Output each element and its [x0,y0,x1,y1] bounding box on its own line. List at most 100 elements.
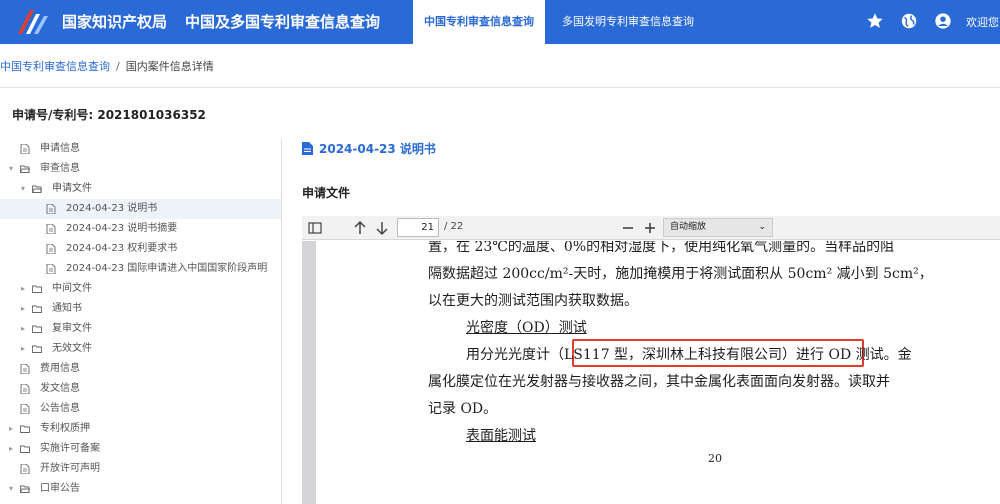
top-header: 国家知识产权局 中国及多国专利审查信息查询 中国专利审查信息查询 多国发明专利审查… [0,0,1000,44]
tree-node-label: 2024-04-23 说明书摘要 [66,223,178,234]
pdf-toolbar: 21 / 22 自动缩放 ⌄ [302,216,1000,240]
tree-node-label: 实施许可备案 [40,443,100,454]
tree-node-label: 公告信息 [40,403,80,414]
cnipa-logo-icon [18,10,48,34]
folder-icon [32,345,42,353]
folder-icon [32,305,42,313]
brand-title: 国家知识产权局 中国及多国专利审查信息查询 [62,11,380,32]
collapse-arrow-icon[interactable]: ▸ [6,419,16,439]
file-icon [20,144,30,154]
document-title-text: 2024-04-23 说明书 [319,142,436,156]
org-name: 国家知识产权局 [62,13,168,31]
breadcrumb-divider [0,87,1000,88]
document-text-line: 属化膜定位在光发射器与接收器之间，其中金属化表面面向发射器。读取并 [428,374,890,390]
tab-multi-country-query[interactable]: 多国发明专利审查信息查询 [553,0,703,44]
tree-node[interactable]: 费用信息 [0,359,282,379]
document-title: 2024-04-23 说明书 [302,140,436,157]
tree-node[interactable]: ▸ 复审文件 [0,319,282,339]
tree-node-label: 费用信息 [40,363,80,374]
user-icon[interactable] [934,12,952,30]
folder-open-icon [20,165,30,173]
expand-arrow-icon[interactable]: ▾ [6,159,16,179]
tree-node[interactable]: 2024-04-23 权利要求书 [0,239,282,259]
tree-node[interactable]: 发文信息 [0,379,282,399]
application-number: 申请号/专利号: 2021801036352 [12,108,206,122]
expand-arrow-icon[interactable]: ▾ [18,179,28,199]
collapse-arrow-icon[interactable]: ▸ [6,439,16,459]
tree-node-label: 发文信息 [40,383,80,394]
zoom-select[interactable]: 自动缩放 ⌄ [663,218,773,237]
tree-node-label: 复审文件 [52,323,92,334]
collapse-arrow-icon[interactable]: ▸ [18,319,28,339]
tree-node-label: 通知书 [52,303,82,314]
file-icon [20,384,30,394]
welcome-text: 欢迎您 [966,16,999,29]
file-icon [20,404,30,414]
document-text-line: 以在更大的测试范围内获取数据。 [428,293,638,309]
tree-node[interactable]: ▸ 通知书 [0,299,282,319]
file-icon [20,364,30,374]
tree-node-label: 2024-04-23 权利要求书 [66,243,178,254]
collapse-arrow-icon[interactable]: ▸ [18,299,28,319]
breadcrumb-link-china-query[interactable]: 中国专利审查信息查询 [0,60,110,73]
tree-node[interactable]: 2024-04-23 国际申请进入中国国家阶段声明 [0,259,282,279]
document-text-line: 隔数据超过 200cc/m²-天时，施加掩模用于将测试面积从 50cm² 减小到… [428,266,933,282]
document-icon [302,142,313,155]
tree-node-label: 2024-04-23 说明书 [66,203,158,214]
collapse-arrow-icon[interactable]: ▸ [18,279,28,299]
breadcrumb-separator: / [116,60,120,73]
expand-arrow-icon[interactable]: ▾ [6,479,16,499]
file-icon [46,204,56,214]
folder-icon [32,285,42,293]
zoom-in-icon[interactable] [641,219,659,237]
breadcrumb: 中国专利审查信息查询 / 国内案件信息详情 [0,58,214,74]
pdf-viewer[interactable]: 20 置，在 23℃的温度、0%的相对湿度下，使用纯化氧气测量的。当样品的阻隔数… [302,241,1000,504]
case-info-tree: 申请信息 ▾ 审查信息 ▾ 申请文件 2024-04-23 说明书 2024-04-23 说… [0,139,282,504]
system-name: 中国及多国专利审查信息查询 [185,13,381,31]
tree-node-label: 口审公告 [40,483,80,494]
file-icon [20,464,30,474]
zoom-out-icon[interactable] [619,219,637,237]
document-text-line: 用分光光度计（LS117 型，深圳林上科技有限公司）进行 OD 测试。金 [466,347,912,363]
tree-node-label: 申请信息 [40,143,80,154]
tree-node-label: 无效文件 [52,343,92,354]
tree-node[interactable]: ▸ 中间文件 [0,279,282,299]
tab-china-patent-query[interactable]: 中国专利审查信息查询 [413,0,545,44]
tree-node[interactable]: ▾ 口审公告 [0,479,282,499]
pdf-page: 20 置，在 23℃的温度、0%的相对湿度下，使用纯化氧气测量的。当样品的阻隔数… [316,241,1000,504]
section-title: 申请文件 [302,186,351,200]
tree-node[interactable]: ▸ 专利权质押 [0,419,282,439]
tree-node[interactable]: ▾ 审查信息 [0,159,282,179]
zoom-select-value: 自动缩放 [670,222,707,232]
folder-icon [32,325,42,333]
sidebar-toggle-icon[interactable] [306,219,324,237]
pdf-page-number: 20 [708,452,722,465]
page-number-input[interactable]: 21 [397,218,439,237]
next-page-icon[interactable] [373,219,391,237]
tree-node[interactable]: ▸ 实施许可备案 [0,439,282,459]
tree-node[interactable]: 2024-04-23 说明书摘要 [0,219,282,239]
collapse-arrow-icon[interactable]: ▸ [18,339,28,359]
file-icon [46,224,56,234]
tree-node-label: 2024-04-23 国际申请进入中国国家阶段声明 [66,263,268,274]
tree-node-label: 审查信息 [40,163,80,174]
page-total: / 22 [444,221,464,232]
breadcrumb-current: 国内案件信息详情 [125,60,214,73]
folder-icon [20,445,30,453]
tree-node[interactable]: 公告信息 [0,399,282,419]
globe-icon[interactable] [900,12,918,30]
document-heading: 光密度（OD）测试 [466,320,587,336]
file-icon [46,244,56,254]
tree-divider [281,139,282,504]
tree-node-label: 中间文件 [52,283,92,294]
document-text-line: 置，在 23℃的温度、0%的相对湿度下，使用纯化氧气测量的。当样品的阻 [428,241,895,255]
tree-node[interactable]: 2024-04-23 说明书 [0,199,282,219]
document-text-line: 记录 OD。 [428,401,498,417]
tree-node[interactable]: 开放许可声明 [0,459,282,479]
tree-node[interactable]: ▸ 无效文件 [0,339,282,359]
file-icon [46,264,56,274]
tree-node[interactable]: ▾ 申请文件 [0,179,282,199]
tree-node[interactable]: 申请信息 [0,139,282,159]
previous-page-icon[interactable] [351,219,369,237]
star-icon[interactable] [866,12,884,30]
